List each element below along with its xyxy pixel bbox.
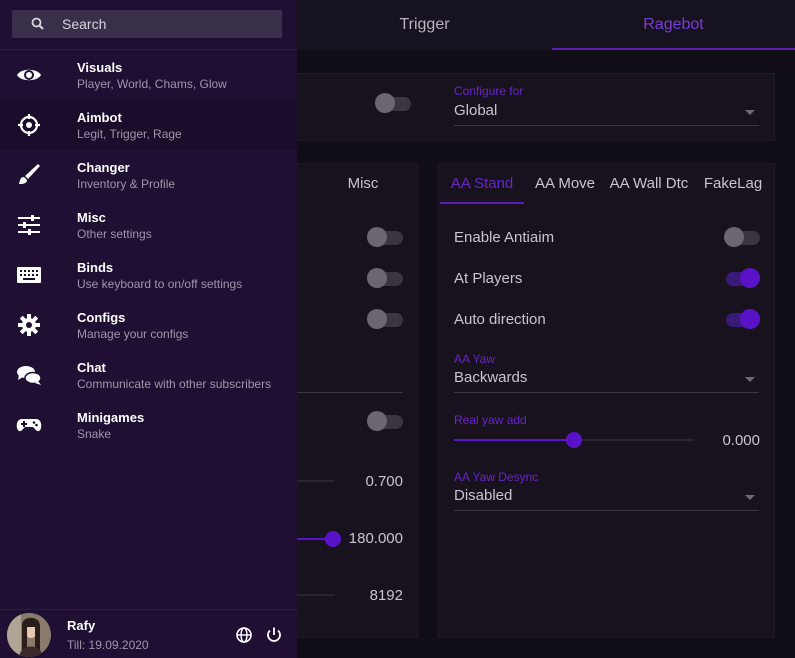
tab-aa-move[interactable]: AA Move bbox=[527, 164, 603, 204]
sidebar-item-configs[interactable]: Configs Manage your configs bbox=[0, 300, 297, 350]
chevron-down-icon bbox=[745, 495, 755, 500]
sidebar-item-minigames[interactable]: Minigames Snake bbox=[0, 400, 297, 450]
enable-antiaim-toggle[interactable] bbox=[724, 227, 760, 247]
search-input[interactable]: Search bbox=[12, 10, 282, 38]
tab-ragebot[interactable]: Ragebot bbox=[552, 0, 795, 50]
sidebar-item-subtitle: Use keyboard to on/off settings bbox=[77, 277, 243, 291]
auto-direction-toggle[interactable] bbox=[724, 309, 760, 329]
aa-yaw-value: Backwards bbox=[454, 369, 528, 386]
sidebar-item-subtitle: Communicate with other subscribers bbox=[77, 377, 272, 391]
gear-icon bbox=[18, 314, 40, 336]
left-value-3: 8192 bbox=[369, 587, 403, 604]
left-value-2: 180.000 bbox=[348, 530, 403, 547]
avatar-image bbox=[7, 613, 51, 657]
subscription-till: Till: 19.09.2020 bbox=[67, 638, 149, 652]
sidebar-item-subtitle: Other settings bbox=[77, 227, 152, 241]
sidebar-item-title: Configs bbox=[77, 310, 126, 325]
user-name: Rafy bbox=[67, 618, 96, 633]
sidebar-item-title: Minigames bbox=[77, 410, 145, 425]
at-players-toggle[interactable] bbox=[724, 268, 760, 288]
keyboard-icon bbox=[17, 267, 41, 283]
tab-aa-stand[interactable]: AA Stand bbox=[440, 164, 524, 204]
tab-aa-wall-dtc[interactable]: AA Wall Dtc bbox=[605, 164, 693, 204]
left-select-underline bbox=[283, 392, 403, 393]
aa-yaw-label: AA Yaw bbox=[454, 352, 495, 366]
configure-for-label: Configure for bbox=[454, 84, 524, 98]
sidebar-item-title: Changer bbox=[77, 160, 130, 175]
sidebar-item-title: Visuals bbox=[77, 60, 123, 75]
globe-icon[interactable] bbox=[235, 626, 253, 644]
sidebar-item-subtitle: Inventory & Profile bbox=[77, 177, 176, 191]
chat-icon bbox=[17, 366, 42, 385]
left-toggle-2[interactable] bbox=[367, 268, 403, 288]
configure-panel: Configure for Global bbox=[282, 73, 775, 141]
sidebar-item-binds[interactable]: Binds Use keyboard to on/off settings bbox=[0, 250, 297, 300]
sidebar-item-title: Chat bbox=[77, 360, 106, 375]
tab-fakelag[interactable]: FakeLag bbox=[697, 164, 769, 204]
left-value-1: 0.700 bbox=[365, 473, 403, 490]
aa-yaw-desync-select[interactable]: Disabled bbox=[454, 485, 759, 511]
configure-toggle[interactable] bbox=[375, 93, 411, 113]
sidebar-item-chat[interactable]: Chat Communicate with other subscribers bbox=[0, 350, 297, 400]
left-toggle-1[interactable] bbox=[367, 227, 403, 247]
tab-trigger[interactable]: Trigger bbox=[297, 0, 552, 50]
sidebar-item-subtitle: Legit, Trigger, Rage bbox=[77, 127, 182, 141]
sidebar: Search Visuals Player, World, Chams, Glo… bbox=[0, 0, 297, 658]
chevron-down-icon bbox=[745, 110, 755, 115]
search-placeholder: Search bbox=[62, 16, 107, 32]
aa-yaw-desync-label: AA Yaw Desync bbox=[454, 470, 539, 484]
real-yaw-slider-fill bbox=[454, 439, 574, 441]
sidebar-item-title: Aimbot bbox=[77, 110, 122, 125]
avatar[interactable] bbox=[7, 613, 51, 657]
gamepad-icon bbox=[16, 419, 42, 432]
auto-direction-label: Auto direction bbox=[454, 311, 546, 328]
sidebar-item-visuals[interactable]: Visuals Player, World, Chams, Glow bbox=[0, 50, 297, 100]
left-toggle-3[interactable] bbox=[367, 309, 403, 329]
chevron-down-icon bbox=[745, 377, 755, 382]
sidebar-item-title: Binds bbox=[77, 260, 114, 275]
sidebar-item-subtitle: Manage your configs bbox=[77, 327, 189, 341]
antiaim-panel: AA Stand AA Move AA Wall Dtc FakeLag Ena… bbox=[438, 163, 775, 638]
eye-icon bbox=[17, 69, 41, 81]
sidebar-item-subtitle: Player, World, Chams, Glow bbox=[77, 77, 227, 91]
tab-misc[interactable]: Misc bbox=[333, 164, 393, 204]
left-toggle-4[interactable] bbox=[367, 411, 403, 431]
moon-icon[interactable] bbox=[207, 626, 225, 644]
aa-yaw-select[interactable]: Backwards bbox=[454, 367, 759, 393]
sidebar-item-subtitle: Snake bbox=[77, 427, 112, 441]
brush-icon bbox=[19, 164, 40, 184]
enable-antiaim-label: Enable Antiaim bbox=[454, 229, 555, 246]
user-bar: Rafy Till: 19.09.2020 bbox=[0, 609, 297, 658]
configure-value: Global bbox=[454, 102, 498, 119]
sidebar-item-title: Misc bbox=[77, 210, 106, 225]
crosshair-icon bbox=[18, 114, 40, 136]
at-players-label: At Players bbox=[454, 270, 523, 287]
aa-yaw-desync-value: Disabled bbox=[454, 487, 513, 504]
real-yaw-slider-knob[interactable] bbox=[566, 432, 582, 448]
real-yaw-value: 0.000 bbox=[722, 432, 760, 449]
sidebar-item-misc[interactable]: Misc Other settings bbox=[0, 200, 297, 250]
search-icon bbox=[31, 17, 44, 30]
sliders-icon bbox=[18, 215, 40, 235]
left-panel: Misc 0.700 180.000 8192 bbox=[282, 163, 418, 638]
sidebar-item-aimbot[interactable]: Aimbot Legit, Trigger, Rage bbox=[0, 100, 297, 150]
real-yaw-add-label: Real yaw add bbox=[454, 413, 527, 427]
power-icon[interactable] bbox=[265, 626, 283, 644]
configure-select[interactable]: Global bbox=[454, 100, 759, 126]
sidebar-item-changer[interactable]: Changer Inventory & Profile bbox=[0, 150, 297, 200]
